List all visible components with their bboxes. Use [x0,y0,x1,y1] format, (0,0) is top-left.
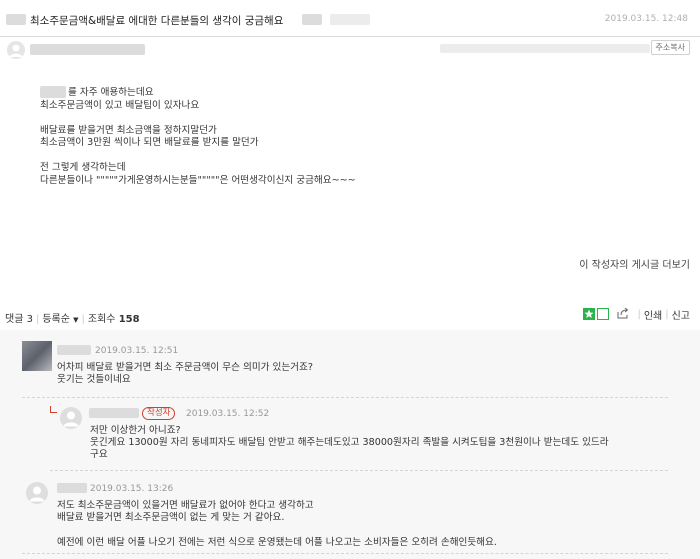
comments-label[interactable]: 댓글 [5,314,23,325]
views-label: 조회수 [87,314,116,325]
report-button[interactable]: 신고 [672,307,690,322]
copy-url-button[interactable]: 주소복사 [650,40,690,55]
comment-divider [50,470,668,471]
comments-count: 3 [26,314,33,325]
more-posts-link[interactable]: 이 작성자의 게시글 더보기 [579,256,690,271]
blurred-author-name [30,44,145,55]
comment-text: 저만 이상한거 아니죠? [90,425,181,436]
bookmark-icon[interactable] [597,308,610,320]
body-line: 최소주문금액이 있고 배달팁이 있자나요 [40,99,200,111]
blurred-category [6,14,26,25]
comment-text: 어차피 배달료 받을거면 최소 주문금액이 무슨 의미가 있는거죠? [57,362,313,373]
comment-text: 예전에 이런 배달 어플 나오기 전에는 저런 식으로 운영됐는데 어플 나오고… [57,537,497,548]
comment-avatar[interactable] [22,341,52,371]
reply-arrow-icon [50,406,57,413]
comment-text: 배달료 받을거면 최소주문금액이 없는 게 맞는 거 같아요. [57,512,285,523]
comment-text: 웃긴게요 13000원 자리 동네피자도 배달팁 안받고 해주는데도있고 380… [90,437,609,448]
user-icon [29,486,45,502]
caret-down-icon: ▼ [73,316,79,324]
comment-date: 2019.03.15. 12:51 [95,346,179,356]
blurred-commenter-name [89,408,139,418]
user-icon [9,44,23,57]
blurred-commenter-name [57,345,91,355]
comment-date: 2019.03.15. 13:26 [90,484,174,494]
sort-dropdown[interactable]: 등록순 ▼ [42,314,78,325]
body-line: 다른분들이나 """""가게운영하시는분들"""""은 어떤생각이신지 궁금해요… [40,174,356,186]
blurred-post-url [440,44,650,53]
body-line: 배달료를 받을거면 최소금액을 정하지말던가 [40,124,217,136]
comment-date: 2019.03.15. 12:52 [186,409,270,419]
blurred-title-suffix [302,14,322,25]
star-icon[interactable] [583,308,596,320]
post-date: 2019.03.15. 12:48 [604,14,688,24]
blurred-commenter-name [57,483,87,493]
post-title: 최소주문금액&배달료 에대한 다른분들의 생각이 궁금해요 [30,15,284,27]
comment-divider [22,397,668,398]
comment-divider [22,553,668,554]
comment-text: 저도 최소주문금액이 있을거면 배달료가 없어야 한다고 생각하고 [57,500,314,511]
comment-text: 구요 [90,449,108,460]
author-badge: 작성자 [142,407,176,420]
views-count: 158 [118,314,140,325]
comment-avatar[interactable] [60,407,82,429]
print-button[interactable]: 인쇄 [644,307,662,322]
body-line: 전 그렇게 생각하는데 [40,162,126,173]
comment-avatar[interactable] [26,482,48,504]
author-avatar[interactable] [7,41,25,59]
post-body: 를 자주 애용하는데요 최소주문금액이 있고 배달팁이 있자나요 배달료를 받을… [40,87,660,200]
body-line: 최소금액이 3만원 씩이나 되면 배달료를 받지를 말던가 [40,137,259,148]
body-line: 를 자주 애용하는데요 [68,87,154,98]
blurred-title-suffix [330,14,370,25]
share-icon[interactable] [617,307,630,322]
user-icon [63,411,79,427]
comment-text: 웃기는 것들이네요 [57,374,131,385]
toolbar-actions: | 인쇄 | 신고 [583,306,690,322]
